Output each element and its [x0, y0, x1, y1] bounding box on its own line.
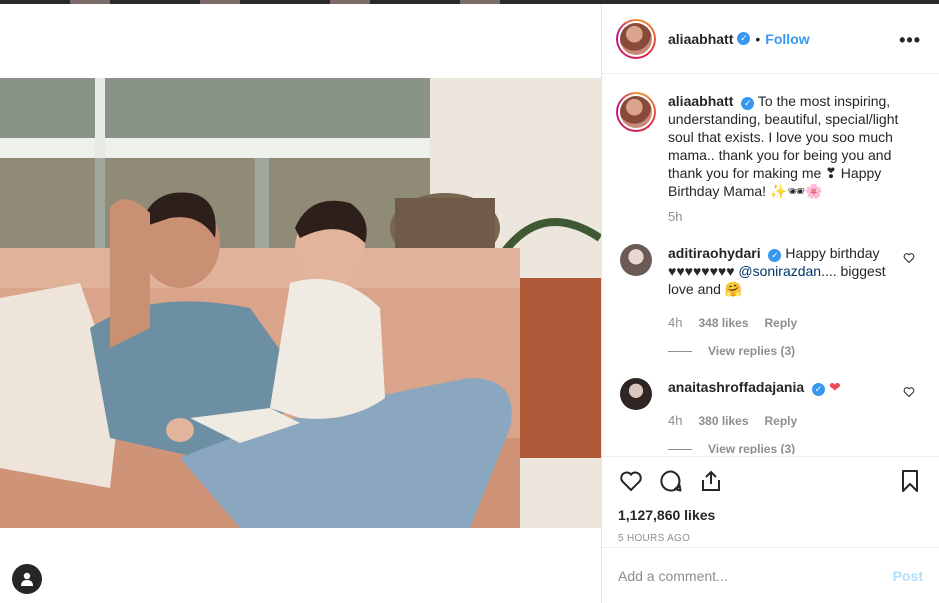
view-replies-label: View replies (3) [708, 344, 796, 358]
replies-divider [668, 350, 692, 352]
comment-item: anaitashroffadajania ✓ ❤ 4h 380 likes Re… [616, 378, 923, 454]
view-replies-button[interactable]: View replies (3) [668, 342, 903, 360]
profile-icon[interactable] [12, 564, 42, 594]
comment-bubble-icon[interactable] [658, 468, 684, 494]
comments-list[interactable]: aliaabhatt ✓ To the most inspiring, unde… [602, 74, 939, 454]
verified-badge-icon: ✓ [812, 382, 826, 396]
comment-text: ❤ [828, 379, 841, 395]
comment-time[interactable]: 4h [668, 412, 682, 430]
comment-username[interactable]: aditiraohydari [668, 245, 761, 261]
caption-avatar[interactable] [616, 92, 656, 132]
reply-button[interactable]: Reply [765, 314, 798, 332]
avatar-image [620, 96, 652, 128]
add-comment-form: Post [602, 547, 939, 603]
comment-username[interactable]: anaitashroffadajania [668, 379, 804, 395]
caption-age[interactable]: 5h [668, 208, 918, 226]
post-caption: aliaabhatt ✓ To the most inspiring, unde… [616, 92, 923, 226]
commenter-avatar[interactable] [620, 378, 652, 410]
verified-badge-icon: ✓ [741, 96, 755, 110]
commenter-avatar[interactable] [620, 244, 652, 276]
reply-button[interactable]: Reply [765, 412, 798, 430]
post-timestamp[interactable]: 5 HOURS AGO [618, 533, 923, 544]
comment-time[interactable]: 4h [668, 314, 682, 332]
photo-illustration [0, 78, 601, 528]
media-column [0, 4, 602, 603]
post-button[interactable]: Post [893, 568, 923, 584]
view-replies-label: View replies (3) [708, 442, 796, 454]
author-avatar[interactable] [616, 18, 656, 59]
bookmark-icon[interactable] [897, 468, 923, 494]
comment-input[interactable] [618, 567, 893, 584]
verified-badge-icon: ✓ [768, 248, 782, 262]
comment-likes[interactable]: 380 likes [698, 412, 748, 430]
view-replies-button[interactable]: View replies (3) [668, 440, 903, 454]
replies-divider [668, 448, 692, 450]
comment-like-heart-icon[interactable] [903, 386, 915, 398]
heart-icon[interactable] [618, 468, 644, 494]
post-actions: 1,127,860 likes 5 HOURS AGO [602, 456, 939, 544]
verified-badge-icon: ✓ [737, 32, 751, 45]
comment-like-heart-icon[interactable] [903, 252, 915, 264]
avatar-image [620, 22, 652, 55]
separator-dot: • [755, 30, 761, 47]
share-icon[interactable] [698, 468, 724, 494]
post-header: aliaabhatt ✓ • Follow ••• [602, 4, 939, 74]
caption-username[interactable]: aliaabhatt [668, 93, 733, 109]
like-count[interactable]: 1,127,860 likes [618, 507, 923, 523]
author-username[interactable]: aliaabhatt [668, 31, 733, 47]
comment-item: aditiraohydari ✓ Happy birthday ♥♥♥♥♥♥♥♥… [616, 244, 923, 360]
comment-likes[interactable]: 348 likes [698, 314, 748, 332]
more-options-icon[interactable]: ••• [899, 30, 921, 51]
comment-mention[interactable]: @sonirazdan [738, 263, 821, 279]
post-side-panel: aliaabhatt ✓ • Follow ••• aliaabhatt ✓ T… [602, 4, 939, 603]
post-photo[interactable] [0, 78, 601, 528]
follow-button[interactable]: Follow [765, 31, 809, 47]
